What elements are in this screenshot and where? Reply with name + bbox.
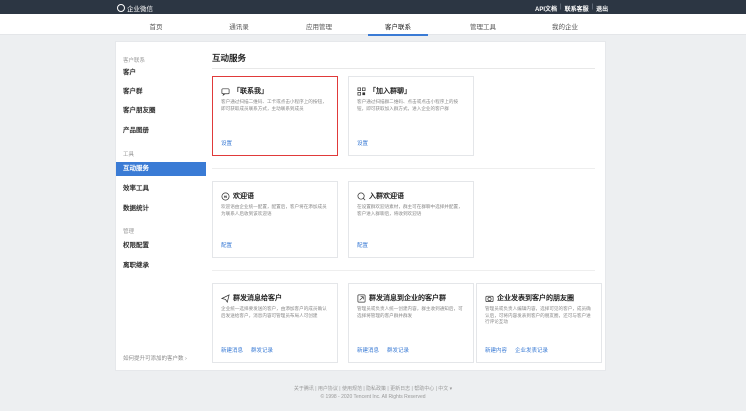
mass-message-groups-card: 群发消息到企业的客户群 管理员或负责人统一创建内容，群主收到通知后，可选择将管理… [348,283,474,363]
increase-customers-link[interactable]: 如何提升可添加的客户数 › [123,354,187,362]
card-title: 欢迎语 [233,193,254,200]
nav-home[interactable]: 首页 [126,21,186,31]
api-docs-link[interactable]: API文档 [535,4,557,13]
top-bar: 企业微信 API文档 | 联系客服 | 退出 [0,0,746,14]
mass-send-records-link[interactable]: 群发记录 [251,346,273,354]
card-title: 群发消息给客户 [233,295,282,302]
sidebar-item-customer-groups[interactable]: 客户群 [116,85,206,99]
send-arrow-icon [221,293,230,303]
title-divider [212,68,595,69]
card-description: 管理员或负责人编辑内容，选择可见的客户，成员确认后，可将内容发表到客户的朋友圈，… [485,306,591,325]
sidebar-item-moments[interactable]: 客户朋友圈 [116,104,206,118]
card-title: 「加入群聊」 [369,88,411,95]
mass-message-customers-card: 群发消息给客户 企业统一选择要发送的客户，由添加客户的成员确认后发送给客户，消息… [212,283,338,363]
chat-bubble-icon [221,87,230,96]
footer-links[interactable]: 关于腾讯 | 用户协议 | 使用规范 | 隐私政策 | 更新日志 | 帮助中心 … [0,386,746,394]
camera-icon [485,295,494,302]
page-title: 互动服务 [212,53,247,63]
card-title: 「联系我」 [233,88,268,95]
nav-my-enterprise[interactable]: 我的企业 [535,21,595,31]
section-divider [212,270,595,271]
sidebar-group-management: 管理 [123,229,135,235]
nav-contacts[interactable]: 通讯录 [209,21,269,31]
top-links: API文档 | 联系客服 | 退出 [535,3,609,13]
welcome-message-card: Hi 欢迎语 欢迎语由企业统一配置，配置后，客户将在添加成员为联系人后收到该欢迎… [212,181,338,258]
nav-customer-contact[interactable]: 客户联系 [368,21,428,36]
contact-me-card: 「联系我」 客户通过扫描二维码、工卡或点击小程序上的按钮，即可获取成员联系方式，… [212,76,338,156]
sidebar: 客户联系 客户 客户群 客户朋友圈 产品图册 工具 互动服务 效率工具 数据统计… [116,42,206,370]
sidebar-item-efficiency-tools[interactable]: 效率工具 [116,182,206,196]
card-description: 在设置群欢迎语素材，群主可在群聊中选择并配置，客户进入群聊后，将收到欢迎语 [357,204,463,216]
sidebar-group-customer: 客户联系 [123,58,146,64]
card-title: 入群欢迎语 [369,193,404,200]
card-title: 企业发表到客户的朋友圈 [497,295,574,302]
group-welcome-card: 入群欢迎语 在设置群欢迎语素材，群主可在群聊中选择并配置，客户进入群聊后，将收到… [348,181,474,258]
join-group-settings-link[interactable]: 设置 [357,139,368,147]
copyright: © 1998 - 2020 Tencent Inc. All Rights Re… [320,393,426,400]
logout-link[interactable]: 退出 [596,4,608,13]
qr-code-icon [357,87,366,95]
hi-bubble-icon: Hi [221,192,230,200]
new-content-link[interactable]: 新建内容 [485,346,507,354]
brand-name: 企业微信 [127,6,153,13]
group-send-icon [357,294,366,302]
wecom-logo-icon [117,4,125,12]
brand-logo[interactable]: 企业微信 [117,3,153,13]
main-nav: 首页 通讯录 应用管理 客户联系 管理工具 我的企业 [0,14,746,36]
nav-management-tools[interactable]: 管理工具 [453,21,513,31]
moments-post-card: 企业发表到客户的朋友圈 管理员或负责人编辑内容，选择可见的客户，成员确认后，可将… [476,283,602,363]
welcome-config-link[interactable]: 配置 [221,241,232,249]
main-content: 互动服务 「联系我」 客户通过扫描二维码、工卡或点击小程序上的按钮，即可获取成员… [206,42,605,370]
card-description: 欢迎语由企业统一配置，配置后，客户将在添加成员为联系人后收到该欢迎语 [221,204,327,216]
sidebar-group-tools: 工具 [123,152,135,158]
group-send-records-link[interactable]: 群发记录 [387,346,409,354]
sidebar-item-interaction-service[interactable]: 互动服务 [116,162,206,176]
card-description: 客户通过扫描群二维码、点击或点击小程序上的按钮，即可获取加入群方式，进入企业的客… [357,99,459,111]
sidebar-item-customers[interactable]: 客户 [116,66,206,80]
contact-support-link[interactable]: 联系客服 [565,4,589,13]
card-description: 企业统一选择要发送的客户，由添加客户的成员确认后发送给客户，消息内容可管理员布局… [221,306,327,318]
sidebar-item-permissions[interactable]: 权限配置 [116,239,206,253]
join-group-card: 「加入群聊」 客户通过扫描群二维码、点击或点击小程序上的按钮，即可获取加入群方式… [348,76,474,156]
sidebar-item-resignation-inherit[interactable]: 离职继承 [116,259,206,273]
sidebar-item-statistics[interactable]: 数据统计 [116,202,206,216]
section-divider [212,168,595,169]
nav-app-management[interactable]: 应用管理 [289,21,349,31]
sidebar-item-product-album[interactable]: 产品图册 [116,124,206,138]
enterprise-post-records-link[interactable]: 企业发表记录 [515,346,548,354]
group-welcome-config-link[interactable]: 配置 [357,241,368,249]
card-description: 管理员或负责人统一创建内容，群主收到通知后，可选择将管理的客户群并群发 [357,306,463,318]
card-title: 群发消息到企业的客户群 [369,295,446,302]
new-message-link[interactable]: 新建消息 [221,346,243,354]
contact-me-settings-link[interactable]: 设置 [221,139,232,147]
content-panel: 客户联系 客户 客户群 客户朋友圈 产品图册 工具 互动服务 效率工具 数据统计… [115,41,606,371]
footer: 关于腾讯 | 用户协议 | 使用规范 | 隐私政策 | 更新日志 | 帮助中心 … [0,386,746,401]
new-group-message-link[interactable]: 新建消息 [357,346,379,354]
group-hi-icon [357,192,366,200]
svg-text:Hi: Hi [224,194,228,198]
card-description: 客户通过扫描二维码、工卡或点击小程序上的按钮，即可获取成员联系方式，主动联系到成… [221,99,327,111]
